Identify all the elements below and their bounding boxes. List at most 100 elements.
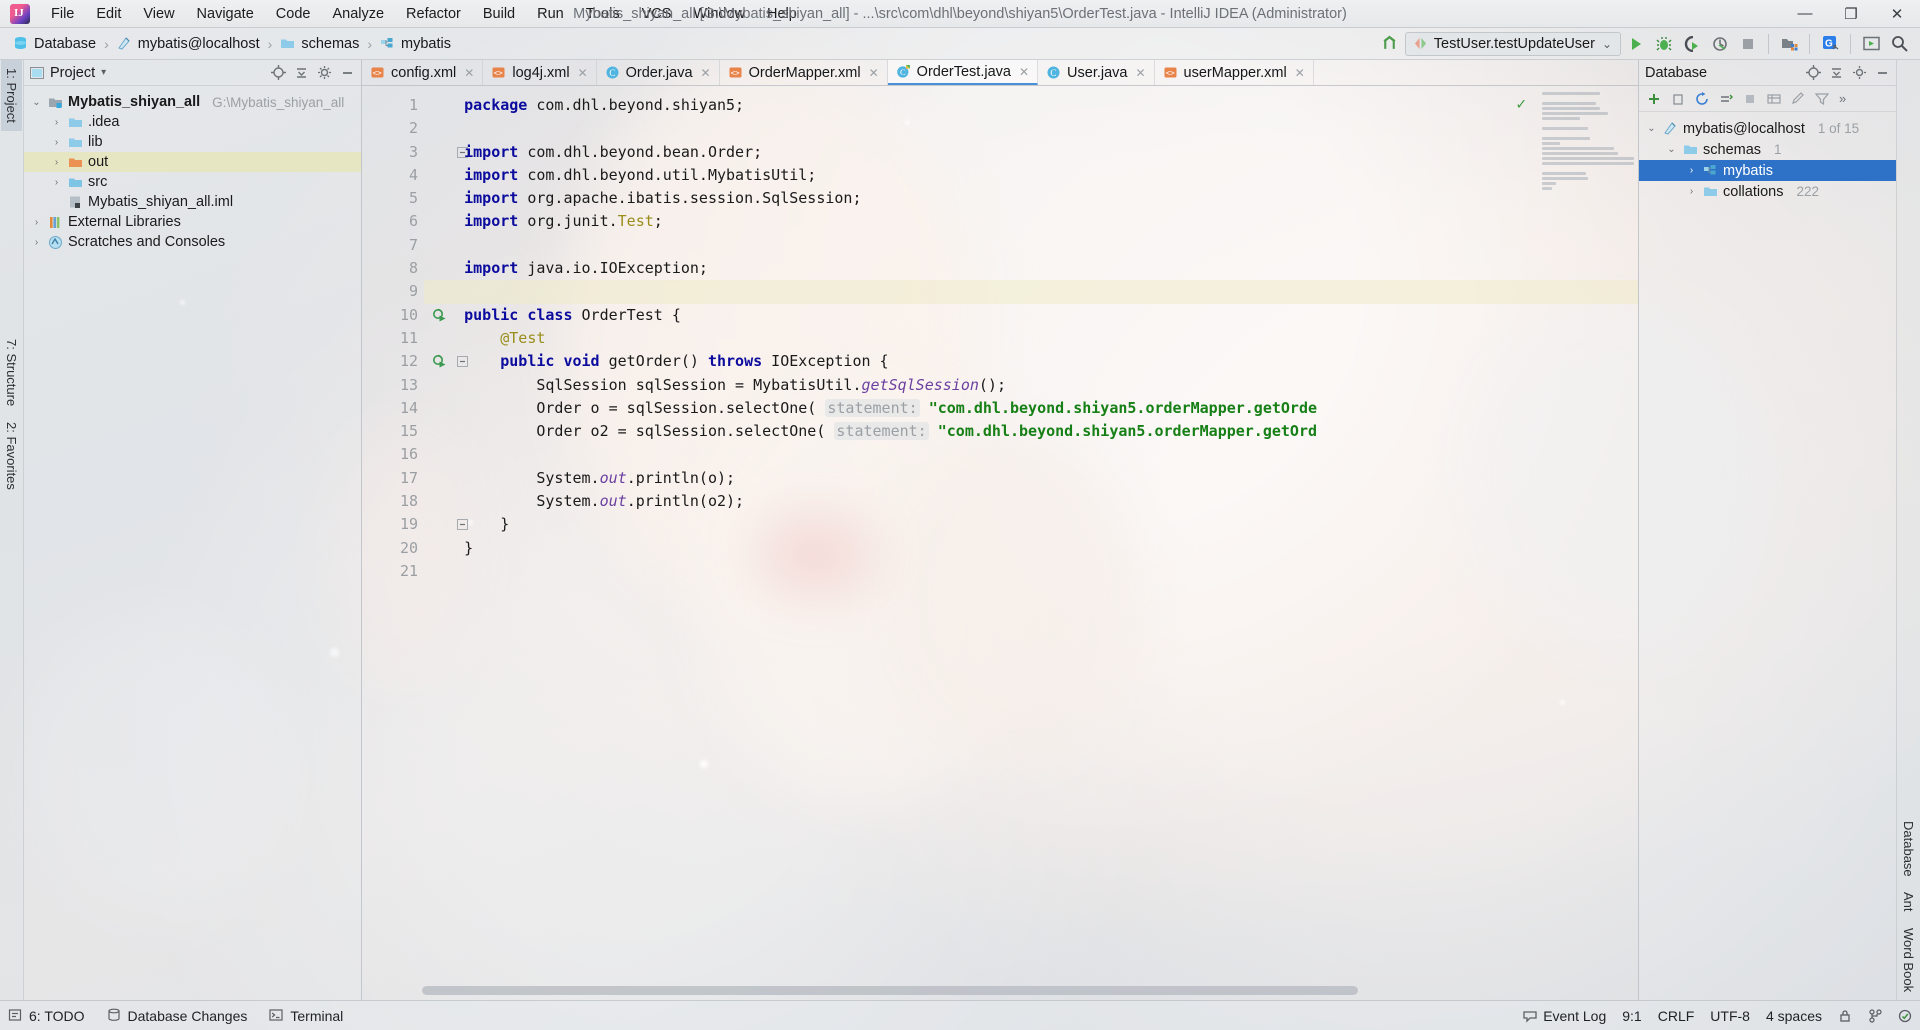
line-number[interactable]: 7 (362, 234, 424, 257)
code-line[interactable]: public class OrderTest { (424, 304, 1638, 327)
code-line[interactable]: Order o = sqlSession.selectOne( statemen… (424, 397, 1638, 420)
menu-item-analyze[interactable]: Analyze (321, 3, 395, 25)
code-editor[interactable]: 1 2 3 4 5 6 7 8 9 10 11 12 13 14 15 16 17 18 19 20 21 packag… (362, 86, 1638, 1000)
menu-item-tools[interactable]: Tools (575, 3, 631, 25)
editor-tab-user-java[interactable]: C User.java ✕ (1038, 60, 1155, 85)
chevron-right-icon[interactable]: › (1685, 165, 1698, 176)
code-line[interactable]: System.out.println(o); (424, 467, 1638, 490)
line-number[interactable]: 21 (362, 560, 424, 583)
code-line[interactable]: public void getOrder() throws IOExceptio… (424, 350, 1638, 373)
more-icon[interactable]: » (1839, 91, 1846, 106)
remove-icon[interactable] (1671, 92, 1685, 106)
lock-icon[interactable] (1838, 1009, 1852, 1023)
tool-window-tab-2-favorites[interactable]: 2: Favorites (1, 414, 22, 498)
editor-tab-ordermapper-xml[interactable]: <> OrderMapper.xml ✕ (720, 60, 888, 85)
code-line[interactable]: SqlSession sqlSession = MybatisUtil.getS… (424, 374, 1638, 397)
line-number[interactable]: 15 (362, 420, 424, 443)
menu-item-window[interactable]: Window (682, 3, 756, 25)
line-number[interactable]: 3 (362, 141, 468, 164)
line-number[interactable]: 14 (362, 397, 424, 420)
window-controls[interactable]: — ❐ ✕ (1782, 0, 1920, 28)
close-icon[interactable]: ✕ (578, 66, 588, 80)
open-folder-icon[interactable] (1776, 31, 1802, 57)
menu-item-vcs[interactable]: VCS (631, 3, 683, 25)
chevron-right-icon[interactable]: › (30, 217, 43, 228)
code-line[interactable] (424, 234, 1638, 257)
search-everywhere-icon[interactable] (1886, 31, 1912, 57)
tool-window-tab-7-structure[interactable]: 7: Structure (1, 331, 22, 414)
locate-icon[interactable] (271, 65, 286, 80)
indent-setting[interactable]: 4 spaces (1766, 1008, 1822, 1024)
code-line[interactable] (424, 280, 1638, 304)
line-number[interactable]: 17 (362, 467, 424, 490)
refresh-icon[interactable] (1695, 91, 1709, 106)
editor-tabs[interactable]: <> config.xml ✕ <> log4j.xml ✕ C Order.java ✕ <> O… (362, 60, 1638, 86)
line-number[interactable]: 2 (362, 117, 424, 140)
db-tree-item-collations[interactable]: › collations 222 (1639, 181, 1896, 202)
code-line[interactable]: import com.dhl.beyond.util.MybatisUtil; (424, 164, 1638, 187)
chevron-right-icon[interactable]: › (50, 157, 63, 168)
google-icon[interactable]: G (1817, 31, 1843, 57)
code-line[interactable] (424, 560, 1638, 583)
chevron-down-icon[interactable]: ⌄ (1645, 123, 1658, 134)
code-line[interactable]: package com.dhl.beyond.shiyan5; (424, 94, 1638, 117)
line-number[interactable]: 18 (362, 490, 424, 513)
line-number[interactable]: 19 (362, 513, 468, 536)
chevron-down-icon[interactable]: ⌄ (1665, 144, 1678, 155)
tool-window-tab-word-book[interactable]: Word Book (1898, 920, 1919, 1000)
line-number[interactable]: 6 (362, 210, 424, 233)
close-icon[interactable]: ✕ (464, 66, 474, 80)
event-log-button[interactable]: Event Log (1523, 1008, 1606, 1024)
menu-bar[interactable]: File Edit View Navigate Code Analyze Refactor B… (40, 3, 808, 25)
menu-item-refactor[interactable]: Refactor (395, 3, 472, 25)
table-icon[interactable] (1767, 92, 1781, 106)
status-bar-left[interactable]: 6: TODO Database Changes Terminal (8, 1008, 343, 1024)
code-content[interactable]: package com.dhl.beyond.shiyan5; import c… (424, 86, 1638, 1000)
tree-item-mybatis-shiyan-all-iml[interactable]: Mybatis_shiyan_all.iml (24, 192, 361, 212)
close-icon[interactable]: ✕ (1135, 66, 1145, 80)
tree-item-lib[interactable]: › lib (24, 132, 361, 152)
stop-icon[interactable] (1735, 31, 1761, 57)
presentation-icon[interactable] (1858, 31, 1884, 57)
status-tool-6-todo[interactable]: 6: TODO (8, 1008, 85, 1024)
tool-window-tab-1-project[interactable]: 1: Project (1, 60, 22, 131)
line-number[interactable]: 9 (362, 280, 424, 303)
breadcrumb-item-mybatis[interactable]: mybatis (377, 35, 454, 53)
debug-icon[interactable] (1651, 31, 1677, 57)
code-line[interactable]: } (424, 513, 1638, 536)
tree-item-mybatis-shiyan-all[interactable]: ⌄ Mybatis_shiyan_all G:\Mybatis_shiyan_all (24, 92, 361, 112)
line-number[interactable]: 13 (362, 374, 424, 397)
menu-item-help[interactable]: Help (756, 3, 808, 25)
menu-item-view[interactable]: View (132, 3, 185, 25)
chevron-right-icon[interactable]: › (50, 117, 63, 128)
code-line[interactable]: @Test (424, 327, 1638, 350)
line-number[interactable]: 4 (362, 164, 424, 187)
code-line[interactable] (424, 117, 1638, 140)
status-tool-terminal[interactable]: Terminal (269, 1008, 343, 1024)
line-number[interactable]: 12 (362, 350, 468, 373)
line-number[interactable]: 1 (362, 94, 424, 117)
sync-icon[interactable] (1719, 92, 1733, 106)
menu-item-navigate[interactable]: Navigate (186, 3, 265, 25)
run-with-coverage-icon[interactable] (1679, 31, 1705, 57)
close-icon[interactable]: ✕ (701, 66, 711, 80)
tool-window-tab-ant[interactable]: Ant (1898, 884, 1919, 920)
db-tree-item-mybatis-localhost[interactable]: ⌄ mybatis@localhost 1 of 15 (1639, 118, 1896, 139)
project-tree[interactable]: ⌄ Mybatis_shiyan_all G:\Mybatis_shiyan_all… (24, 86, 361, 252)
database-toolbar[interactable]: » (1639, 86, 1896, 112)
code-line[interactable]: import com.dhl.beyond.bean.Order; (424, 141, 1638, 164)
expand-icon[interactable] (1806, 65, 1821, 80)
code-line[interactable]: import org.junit.Test; (424, 210, 1638, 233)
filter-icon[interactable] (1815, 92, 1829, 106)
editor-tab-config-xml[interactable]: <> config.xml ✕ (362, 60, 484, 85)
chevron-down-icon[interactable]: ▾ (101, 67, 106, 78)
line-number[interactable]: 11 (362, 327, 424, 350)
database-tree[interactable]: ⌄ mybatis@localhost 1 of 15 ⌄ schemas 1 › mybat… (1639, 112, 1896, 202)
db-tree-item-schemas[interactable]: ⌄ schemas 1 (1639, 139, 1896, 160)
chevron-down-icon[interactable]: ⌄ (1602, 37, 1612, 51)
chevron-down-icon[interactable]: ⌄ (30, 97, 43, 108)
tree-item-src[interactable]: › src (24, 172, 361, 192)
collapse-icon[interactable] (1829, 65, 1844, 80)
breadcrumb-item-mybatis-localhost[interactable]: mybatis@localhost (114, 35, 263, 53)
menu-item-run[interactable]: Run (526, 3, 575, 25)
